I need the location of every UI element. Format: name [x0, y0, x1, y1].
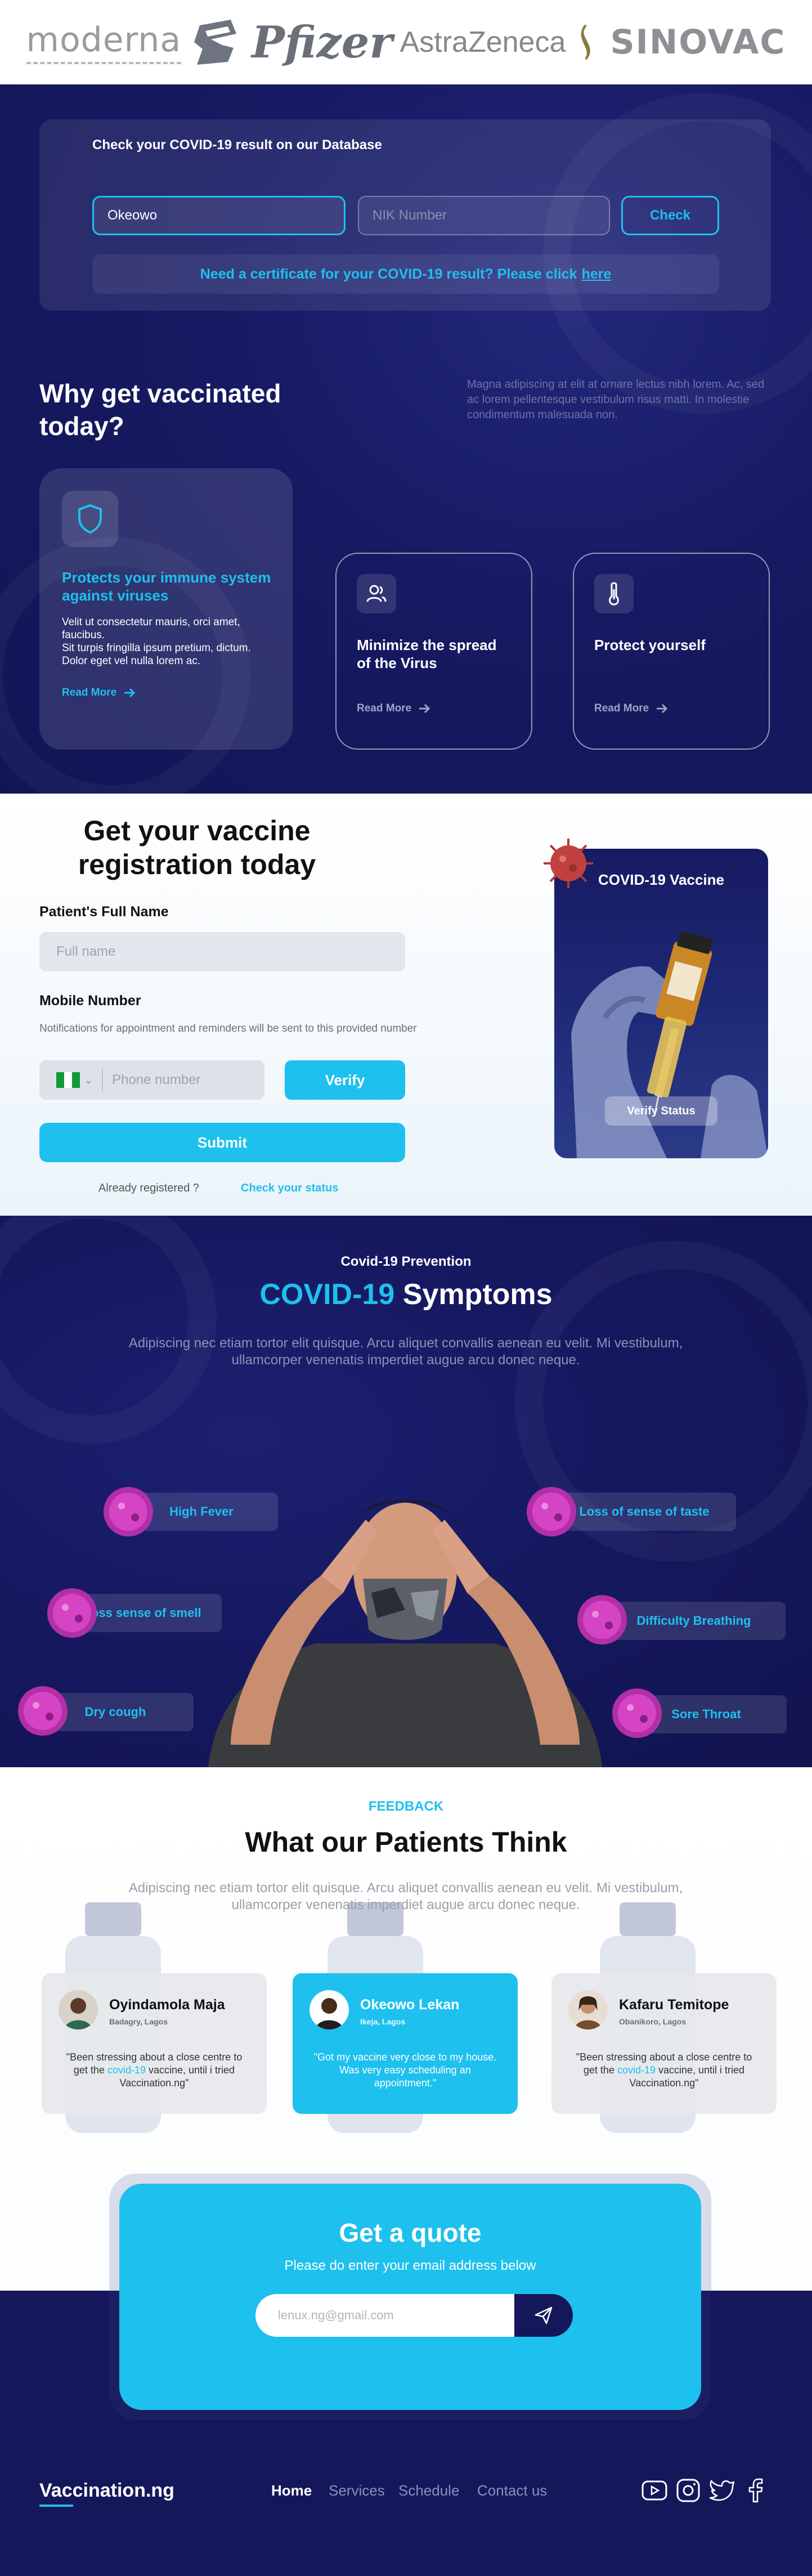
- symptom-taste: Loss of sense of taste: [553, 1493, 736, 1531]
- send-icon: [535, 2306, 553, 2324]
- why-description: Magna adipiscing at elit at ornare lectu…: [467, 378, 765, 421]
- footer-brand[interactable]: Vaccination.ng: [39, 2480, 174, 2502]
- testimonial-name: Okeowo Lekan: [360, 1997, 460, 2013]
- page: moderna Pfizer AstraZeneca SINOVAC Check…: [0, 0, 812, 2576]
- brand-underline: [39, 2505, 73, 2507]
- testimonial-quote: "Been stressing about a close centre to …: [66, 2051, 243, 2089]
- avatar: [309, 1990, 349, 2030]
- users-icon: [357, 574, 396, 613]
- result-check-card: Check your COVID-19 result on our Databa…: [39, 119, 771, 311]
- symptoms-description: Adipiscing nec etiam tortor elit quisque…: [128, 1336, 683, 1368]
- read-more-link[interactable]: Read More: [62, 687, 136, 699]
- quote-title: Get a quote: [339, 2218, 482, 2247]
- quote-subtitle: Please do enter your email address below: [284, 2258, 536, 2273]
- virus-icon: [104, 1487, 153, 1536]
- thermometer-icon: [594, 574, 634, 613]
- footer-nav-home[interactable]: Home: [271, 2482, 312, 2499]
- symptoms-section: Covid-19 Prevention COVID-19 Symptoms Ad…: [0, 1216, 812, 1767]
- divider: [102, 1069, 104, 1091]
- feedback-title: What our Patients Think: [245, 1826, 567, 1858]
- testimonial-quote: "Got my vaccine very close to my house. …: [313, 2051, 497, 2089]
- registration-title: Get your vaccine registration today: [78, 815, 316, 880]
- testimonial-card[interactable]: Kafaru Temitope Obanikoro, Lagos "Been s…: [551, 1973, 777, 2114]
- name-input[interactable]: Okeowo: [92, 196, 346, 235]
- astrazeneca-mark-icon: [581, 24, 591, 60]
- testimonial-location: Ikeja, Lagos: [360, 2017, 406, 2026]
- read-more-link[interactable]: Read More: [594, 702, 668, 715]
- certificate-link[interactable]: here: [581, 266, 611, 283]
- certificate-bar: Need a certificate for your COVID-19 res…: [92, 254, 719, 294]
- symptoms-title: COVID-19 Symptoms: [259, 1278, 553, 1311]
- mobile-label: Mobile Number: [39, 993, 141, 1009]
- virus-icon: [47, 1588, 97, 1638]
- arrow-right-icon: [124, 688, 136, 698]
- symptom-breathing: Difficulty Breathing: [602, 1602, 786, 1640]
- feature-title: Protects your immune system against viru…: [62, 569, 271, 604]
- virus-icon: [544, 839, 593, 888]
- youtube-icon[interactable]: [640, 2476, 669, 2505]
- already-registered-text: Already registered ?: [98, 1182, 199, 1194]
- instagram-icon[interactable]: [674, 2476, 702, 2505]
- submit-button[interactable]: Submit: [39, 1123, 405, 1162]
- virus-icon: [527, 1487, 576, 1536]
- feature-card-immune[interactable]: Protects your immune system against viru…: [39, 468, 293, 750]
- testimonial-location: Obanikoro, Lagos: [619, 2017, 687, 2026]
- hero-section: Check your COVID-19 result on our Databa…: [0, 84, 812, 794]
- testimonial-name: Oyindamola Maja: [109, 1997, 225, 2013]
- testimonial-quote: "Been stressing about a close centre to …: [576, 2051, 752, 2089]
- mobile-note: Notifications for appointment and remind…: [39, 1023, 417, 1034]
- send-button[interactable]: [514, 2294, 573, 2337]
- virus-icon: [612, 1688, 662, 1738]
- footer-nav-contact[interactable]: Contact us: [477, 2482, 547, 2499]
- testimonial-card-active[interactable]: Okeowo Lekan Ikeja, Lagos "Got my vaccin…: [293, 1973, 518, 2114]
- arrow-right-icon: [657, 704, 668, 714]
- feature-card-spread[interactable]: Minimize the spread of the Virus Read Mo…: [335, 553, 532, 750]
- footer-nav-services[interactable]: Services: [329, 2482, 385, 2499]
- virus-icon: [577, 1595, 627, 1645]
- astrazeneca-logo: AstraZeneca: [400, 23, 603, 62]
- verify-status-button[interactable]: Verify Status: [605, 1096, 717, 1126]
- feature-title: Minimize the spread of the Virus: [357, 637, 497, 671]
- check-title: Check your COVID-19 result on our Databa…: [92, 137, 382, 153]
- chevron-down-icon[interactable]: ⌄: [84, 1074, 93, 1086]
- feedback-description: Adipiscing nec etiam tortor elit quisque…: [128, 1880, 683, 1912]
- email-input[interactable]: lenux.ng@gmail.com: [255, 2294, 514, 2337]
- read-more-link[interactable]: Read More: [357, 702, 430, 715]
- facebook-icon[interactable]: [742, 2476, 770, 2505]
- full-name-label: Patient's Full Name: [39, 904, 169, 920]
- shield-icon: [62, 491, 118, 547]
- twitter-icon[interactable]: [708, 2476, 736, 2505]
- why-title: Why get vaccinated today?: [39, 379, 281, 441]
- avatar: [568, 1990, 608, 2030]
- testimonial-name: Kafaru Temitope: [619, 1997, 729, 2013]
- feature-title: Protect yourself: [594, 637, 706, 653]
- partner-logos: moderna Pfizer AstraZeneca SINOVAC: [0, 0, 812, 84]
- nik-input[interactable]: NIK Number: [358, 196, 610, 235]
- certificate-text: Need a certificate for your COVID-19 res…: [200, 266, 577, 282]
- testimonial-location: Badagry, Lagos: [109, 2017, 168, 2026]
- full-name-input[interactable]: Full name: [39, 932, 405, 971]
- arrow-right-icon: [419, 704, 430, 714]
- moderna-logo: moderna: [26, 20, 182, 64]
- sinovac-logo: SINOVAC: [610, 23, 786, 62]
- vaccine-card: COVID-19 Vaccine Verify Status: [554, 849, 768, 1158]
- nigeria-flag-icon[interactable]: [56, 1072, 80, 1088]
- check-button[interactable]: Check: [621, 196, 719, 235]
- pfizer-mark-icon: [194, 20, 237, 65]
- feedback-kicker: FEEDBACK: [368, 1799, 444, 1814]
- pfizer-logo: Pfizer: [189, 14, 393, 70]
- avatar: [59, 1990, 98, 2030]
- testimonial-card[interactable]: Oyindamola Maja Badagry, Lagos "Been str…: [42, 1973, 267, 2114]
- footer-nav-schedule[interactable]: Schedule: [398, 2482, 459, 2499]
- quote-card: Get a quote Please do enter your email a…: [119, 2184, 701, 2410]
- feature-body: Velit ut consectetur mauris, orci amet, …: [62, 616, 251, 667]
- feature-card-protect[interactable]: Protect yourself Read More: [573, 553, 770, 750]
- registration-section: Get your vaccine registration today Pati…: [0, 794, 812, 1216]
- verify-button[interactable]: Verify: [285, 1060, 405, 1100]
- phone-placeholder: Phone number: [112, 1072, 201, 1087]
- symptoms-kicker: Covid-19 Prevention: [340, 1254, 472, 1269]
- phone-input[interactable]: ⌄ Phone number: [39, 1060, 264, 1100]
- virus-icon: [18, 1686, 68, 1736]
- check-status-link[interactable]: Check your status: [241, 1182, 338, 1195]
